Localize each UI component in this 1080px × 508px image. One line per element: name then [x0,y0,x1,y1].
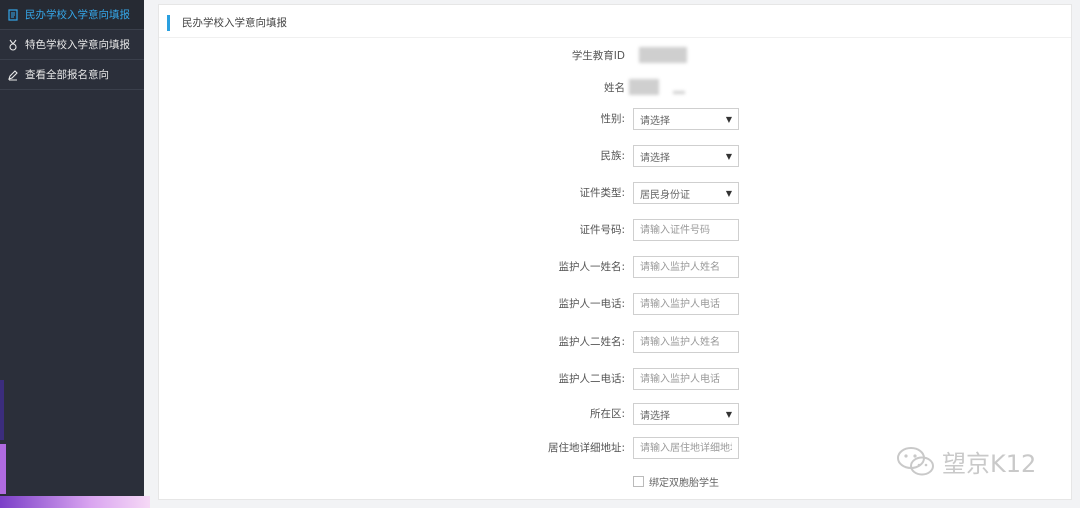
ethnicity-select-value: 请选择 [640,152,670,164]
redacted-name-tail [673,91,685,94]
checkbox-icon[interactable] [633,475,644,487]
ethnicity-label: 民族: [600,150,625,162]
id-type-select[interactable]: 居民身份证 ▼ [633,182,739,204]
address-label: 居住地详细地址: [547,442,625,454]
id-type-select-value: 居民身份证 [640,189,690,201]
district-select-value: 请选择 [640,410,670,422]
decorative-edge [0,380,8,508]
gender-label: 性别: [600,113,625,125]
id-type-label: 证件类型: [579,187,625,199]
twin-checkbox[interactable]: 绑定双胞胎学生 [633,473,719,489]
row-guardian1-phone: 监护人一电话: [159,293,1071,315]
row-student-id: 学生教育ID [159,45,1071,67]
main-panel: 民办学校入学意向填报 学生教育ID 姓名 性别: 请选择 ▼ 民族: 请选择 ▼… [158,4,1072,500]
caret-down-icon: ▼ [725,409,732,419]
guardian1-name-input[interactable] [633,256,739,278]
caret-down-icon: ▼ [725,188,732,198]
guardian2-name-input[interactable] [633,331,739,353]
guardian1-phone-label: 监护人一电话: [558,298,625,310]
redacted-student-id [639,47,687,63]
guardian1-name-label: 监护人一姓名: [558,261,625,273]
watermark: 望京K12 [896,444,1036,479]
sidebar-item-label: 查看全部报名意向 [25,69,109,81]
panel-title: 民办学校入学意向填报 [167,15,287,31]
watermark-text: 望京K12 [942,450,1037,478]
district-label: 所在区: [589,408,625,420]
row-gender: 性别: 请选择 ▼ [159,108,1071,130]
divider [159,37,1071,38]
row-id-type: 证件类型: 居民身份证 ▼ [159,182,1071,204]
ethnicity-select[interactable]: 请选择 ▼ [633,145,739,167]
sidebar-item-label: 特色学校入学意向填报 [25,39,130,51]
wechat-icon [897,446,934,475]
gender-select[interactable]: 请选择 ▼ [633,108,739,130]
guardian2-name-label: 监护人二姓名: [558,336,625,348]
guardian2-phone-input[interactable] [633,368,739,390]
medal-icon [6,38,20,52]
row-id-number: 证件号码: [159,219,1071,241]
sidebar-item-special-school[interactable]: 特色学校入学意向填报 [0,30,144,60]
row-district: 所在区: 请选择 ▼ [159,403,1071,425]
sidebar-item-view-all[interactable]: 查看全部报名意向 [0,60,144,90]
student-id-label: 学生教育ID [571,50,625,62]
caret-down-icon: ▼ [725,151,732,161]
guardian2-phone-label: 监护人二电话: [558,373,625,385]
address-input[interactable] [633,437,739,459]
district-select[interactable]: 请选择 ▼ [633,403,739,425]
id-number-input[interactable] [633,219,739,241]
row-guardian2-phone: 监护人二电话: [159,368,1071,390]
form-icon [6,8,20,22]
twin-checkbox-label: 绑定双胞胎学生 [649,477,719,489]
row-guardian1-name: 监护人一姓名: [159,256,1071,278]
id-number-label: 证件号码: [579,224,625,236]
pencil-icon [6,68,20,82]
row-name: 姓名 [159,77,1071,99]
caret-down-icon: ▼ [725,114,732,124]
sidebar: 民办学校入学意向填报 特色学校入学意向填报 查看全部报名意向 [0,0,144,508]
name-label: 姓名 [604,82,625,94]
sidebar-item-private-school[interactable]: 民办学校入学意向填报 [0,0,144,30]
guardian1-phone-input[interactable] [633,293,739,315]
row-ethnicity: 民族: 请选择 ▼ [159,145,1071,167]
sidebar-item-label: 民办学校入学意向填报 [25,9,130,21]
gender-select-value: 请选择 [640,115,670,127]
row-guardian2-name: 监护人二姓名: [159,331,1071,353]
redacted-name [629,79,659,95]
decorative-strip [0,496,150,508]
